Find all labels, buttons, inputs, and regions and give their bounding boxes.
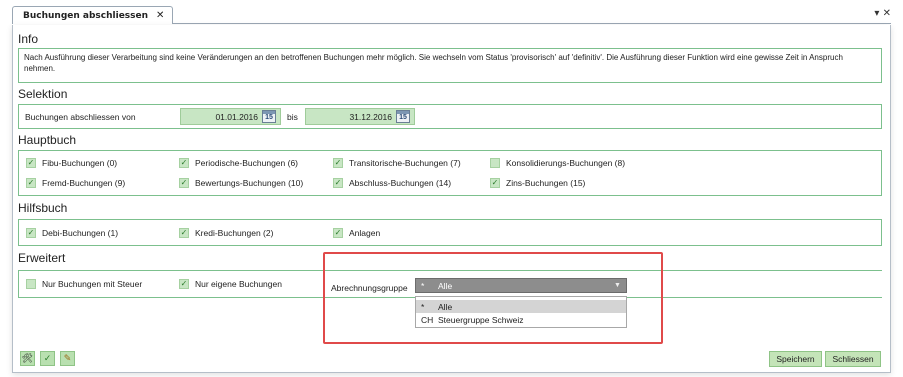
checkbox-debi[interactable]: ✓ Debi-Buchungen (1)	[26, 228, 118, 238]
info-box: Nach Ausführung dieser Verarbeitung sind…	[18, 48, 882, 83]
checkbox-box[interactable]: ✓	[179, 178, 189, 188]
checkbox-abschluss[interactable]: ✓ Abschluss-Buchungen (14)	[333, 178, 451, 188]
checkbox-zins[interactable]: ✓ Zins-Buchungen (15)	[490, 178, 585, 188]
checkbox-box[interactable]	[26, 279, 36, 289]
section-title-erweitert: Erweitert	[18, 251, 66, 265]
tab-buchungen-abschliessen[interactable]: Buchungen abschliessen ✕	[12, 6, 174, 24]
checkbox-label: Zins-Buchungen (15)	[506, 178, 586, 188]
checkbox-box[interactable]: ✓	[179, 158, 189, 168]
window-controls-icon[interactable]: ▾ ✕	[874, 8, 891, 19]
checkbox-label: Nur Buchungen mit Steuer	[42, 279, 143, 289]
checkbox-label: Fibu-Buchungen (0)	[42, 158, 118, 168]
checkbox-box[interactable]: ✓	[179, 279, 189, 289]
checkbox-box[interactable]: ✓	[26, 158, 36, 168]
checkbox-label: Nur eigene Buchungen	[195, 279, 282, 289]
section-title-hauptbuch: Hauptbuch	[18, 133, 77, 147]
checkbox-box[interactable]: ✓	[179, 228, 189, 238]
section-title-selektion: Selektion	[18, 87, 68, 101]
checkbox-label: Anlagen	[349, 228, 381, 238]
checkbox-box[interactable]: ✓	[26, 178, 36, 188]
checkbox-label: Kredi-Buchungen (2)	[195, 228, 274, 238]
checkbox-box[interactable]: ✓	[333, 228, 343, 238]
date-to-field[interactable]: 31.12.2016 15	[305, 108, 415, 125]
checkbox-label: Transitorische-Buchungen (7)	[349, 158, 461, 168]
info-text: Nach Ausführung dieser Verarbeitung sind…	[24, 53, 843, 73]
checkbox-eigene-buchungen[interactable]: ✓ Nur eigene Buchungen	[179, 279, 282, 289]
date-range-separator: bis	[287, 112, 298, 122]
checkbox-konsolidierungs[interactable]: Konsolidierungs-Buchungen (8)	[490, 158, 625, 168]
calendar-icon[interactable]: 15	[396, 110, 410, 123]
save-button[interactable]: Speichern	[769, 351, 822, 367]
tools-icon[interactable]: 🛠	[20, 351, 35, 366]
checkbox-box[interactable]: ✓	[333, 178, 343, 188]
checkbox-label: Debi-Buchungen (1)	[42, 228, 119, 238]
date-to-value: 31.12.2016	[349, 111, 392, 122]
checkbox-transitorische[interactable]: ✓ Transitorische-Buchungen (7)	[333, 158, 461, 168]
checkbox-box[interactable]: ✓	[490, 178, 500, 188]
checkbox-periodische[interactable]: ✓ Periodische-Buchungen (6)	[179, 158, 298, 168]
date-range-label: Buchungen abschliessen von	[25, 112, 136, 122]
checkbox-anlagen[interactable]: ✓ Anlagen	[333, 228, 380, 238]
checkbox-bewertungs[interactable]: ✓ Bewertungs-Buchungen (10)	[179, 178, 303, 188]
date-from-value: 01.01.2016	[215, 111, 258, 122]
checkbox-box[interactable]: ✓	[333, 158, 343, 168]
check-icon[interactable]: ✓	[40, 351, 55, 366]
tab-close-icon[interactable]: ✕	[156, 10, 164, 21]
hilfsbuch-box: ✓ Debi-Buchungen (1) ✓ Kredi-Buchungen (…	[18, 219, 882, 246]
section-title-info: Info	[18, 32, 39, 46]
highlight-frame	[323, 252, 663, 344]
checkbox-mit-steuer[interactable]: Nur Buchungen mit Steuer	[26, 279, 142, 289]
checkbox-label: Bewertungs-Buchungen (10)	[195, 178, 304, 188]
checkbox-box[interactable]	[490, 158, 500, 168]
checkbox-label: Fremd-Buchungen (9)	[42, 178, 126, 188]
selektion-box: Buchungen abschliessen von 01.01.2016 15…	[18, 104, 882, 129]
calendar-icon[interactable]: 15	[262, 110, 276, 123]
section-title-hilfsbuch: Hilfsbuch	[18, 201, 68, 215]
close-button[interactable]: Schliessen	[825, 351, 881, 367]
edit-icon[interactable]: ✎	[60, 351, 75, 366]
checkbox-label: Konsolidierungs-Buchungen (8)	[506, 158, 626, 168]
hauptbuch-box: ✓ Fibu-Buchungen (0) ✓ Periodische-Buchu…	[18, 150, 882, 196]
checkbox-label: Periodische-Buchungen (6)	[195, 158, 299, 168]
checkbox-fibu[interactable]: ✓ Fibu-Buchungen (0)	[26, 158, 117, 168]
tab-bar: Buchungen abschliessen ✕ ▾ ✕	[12, 6, 891, 24]
checkbox-kredi[interactable]: ✓ Kredi-Buchungen (2)	[179, 228, 273, 238]
tab-title: Buchungen abschliessen	[23, 10, 149, 21]
checkbox-label: Abschluss-Buchungen (14)	[349, 178, 452, 188]
date-from-field[interactable]: 01.01.2016 15	[180, 108, 281, 125]
checkbox-box[interactable]: ✓	[26, 228, 36, 238]
checkbox-fremd[interactable]: ✓ Fremd-Buchungen (9)	[26, 178, 125, 188]
